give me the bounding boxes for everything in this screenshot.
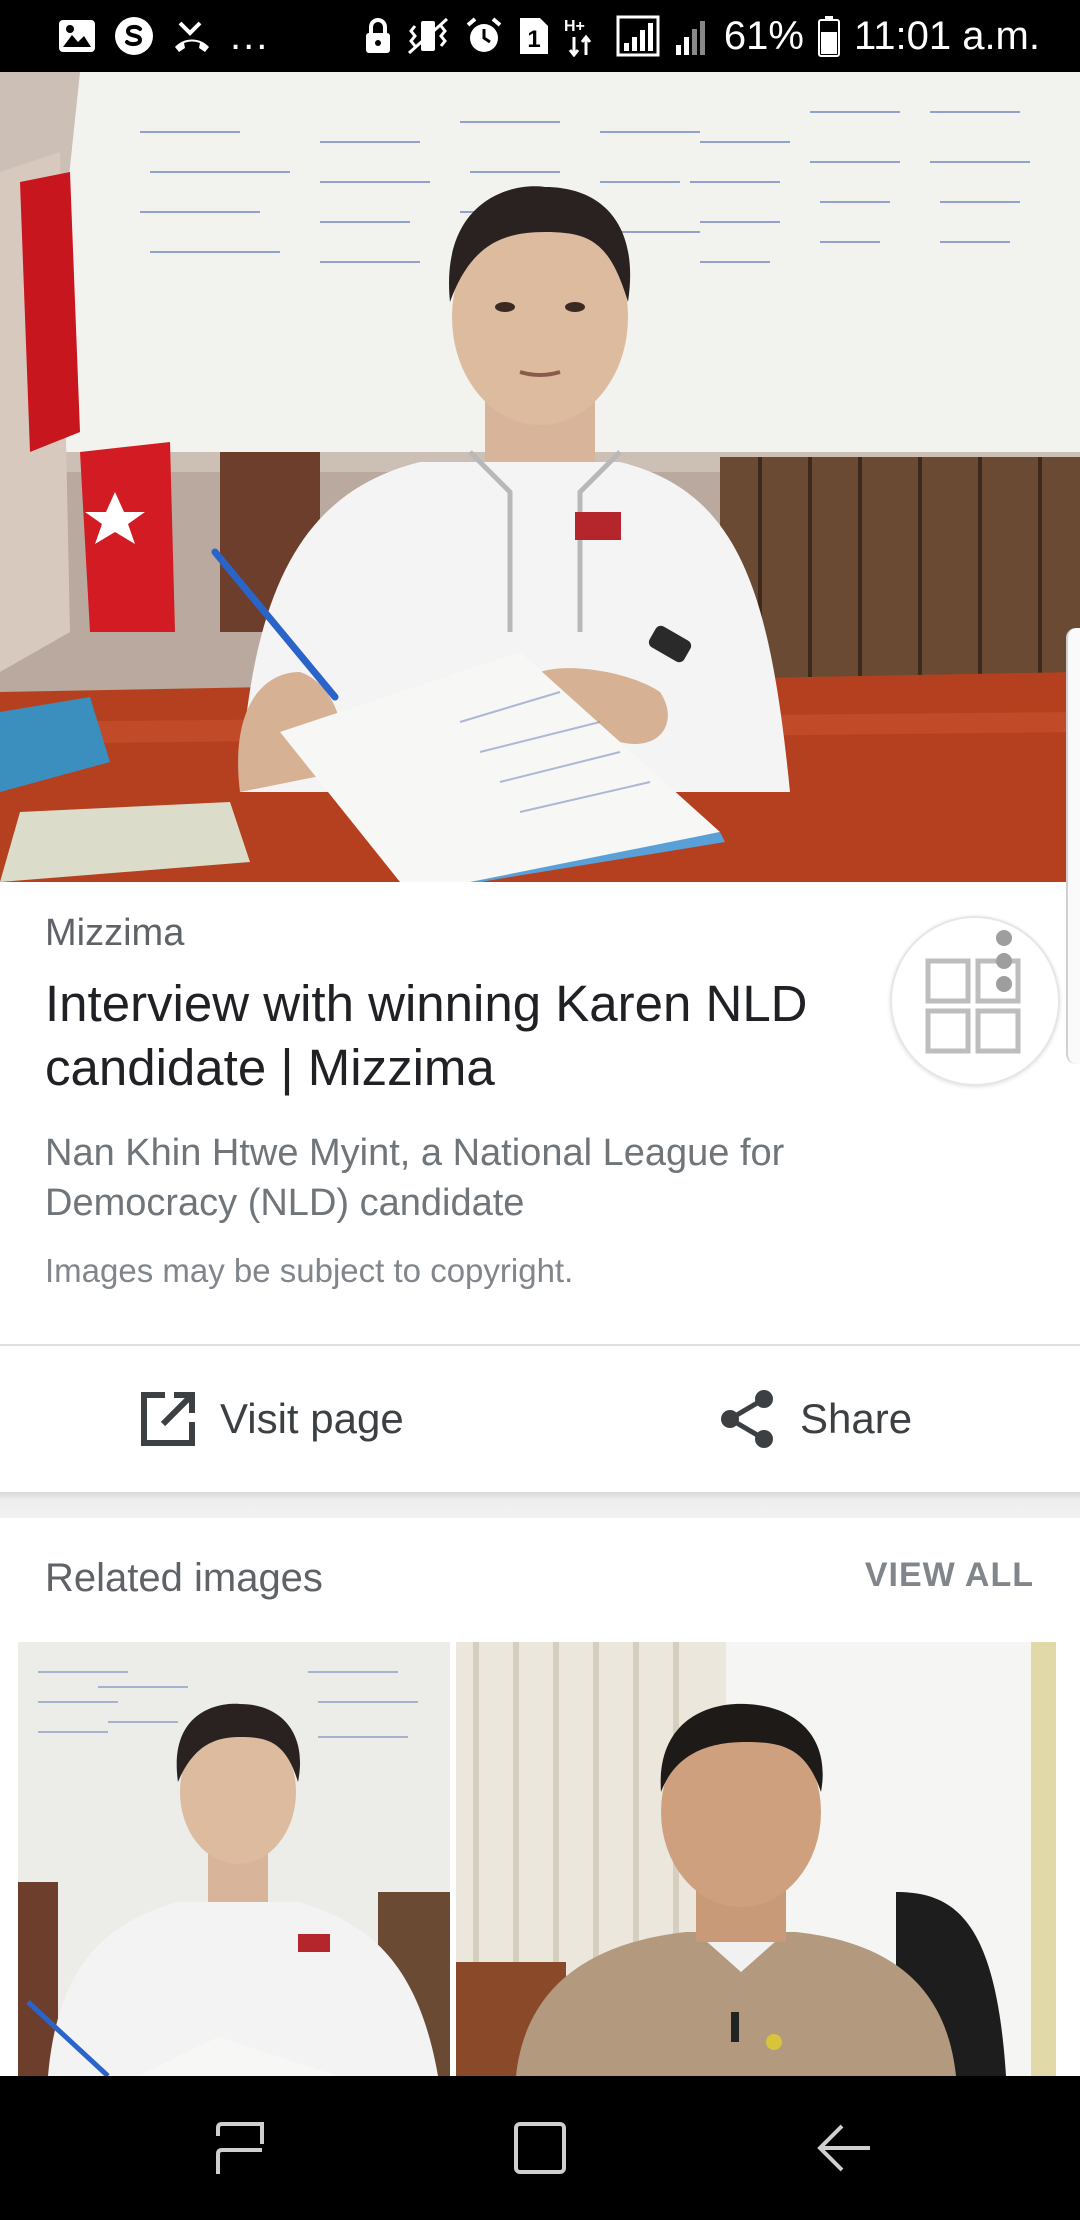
recent-apps-icon	[216, 2122, 264, 2174]
navigation-bar	[0, 2076, 1080, 2220]
svg-text:1: 1	[527, 26, 540, 53]
home-icon	[514, 2122, 566, 2174]
clock: 11:01 a.m.	[853, 13, 1040, 58]
lock-icon	[364, 17, 392, 55]
copyright-notice: Images may be subject to copyright.	[45, 1252, 574, 1289]
image-title[interactable]: Interview with winning Karen NLD candida…	[45, 972, 875, 1100]
status-right: 1 H+ 61% 11:01 a.m.	[364, 10, 1040, 62]
open-in-new-icon	[141, 1392, 195, 1446]
home-button[interactable]	[508, 2116, 572, 2180]
more-options-icon[interactable]	[992, 926, 1016, 996]
status-bar: ... 1 H+ 61% 11:01 a.m.	[0, 0, 1080, 72]
back-icon	[817, 2124, 870, 2172]
visit-page-label: Visit page	[220, 1395, 404, 1442]
related-image-thumbnail[interactable]	[18, 1642, 450, 2076]
related-images-section: Related images VIEW ALL	[0, 1518, 1080, 2076]
sim-icon: 1	[518, 16, 550, 56]
action-bar: Visit page Share	[0, 1346, 1080, 1492]
missed-call-icon	[172, 17, 212, 55]
view-all-button[interactable]: VIEW ALL	[865, 1556, 1034, 1595]
side-panel-handle[interactable]	[1066, 628, 1080, 1064]
section-separator	[0, 1492, 1080, 1518]
share-icon	[721, 1390, 773, 1448]
signal-2-icon	[674, 15, 710, 57]
skype-icon	[114, 16, 154, 56]
gallery-icon	[58, 19, 96, 53]
visit-page-button[interactable]: Visit page	[138, 1346, 404, 1492]
alarm-icon	[464, 16, 504, 56]
recent-apps-button[interactable]	[208, 2116, 272, 2180]
status-overflow: ...	[230, 13, 270, 58]
related-image-thumbnail[interactable]	[456, 1642, 1056, 2076]
main-image[interactable]	[0, 72, 1080, 882]
battery-percent: 61%	[723, 13, 804, 58]
hplus-signal-icon: H+	[564, 15, 602, 57]
related-images-title: Related images	[45, 1556, 323, 1600]
svg-text:H+: H+	[564, 18, 585, 35]
add-to-collection-button[interactable]	[890, 916, 1060, 1086]
source-name[interactable]: Mizzima	[45, 912, 184, 955]
battery-icon	[817, 15, 840, 57]
back-button[interactable]	[812, 2116, 876, 2180]
signal-icon	[616, 15, 660, 57]
vibrate-icon	[406, 16, 450, 56]
status-left: ...	[58, 14, 269, 58]
image-description: Nan Khin Htwe Myint, a National League f…	[45, 1132, 785, 1224]
share-label: Share	[800, 1395, 913, 1442]
share-button[interactable]: Share	[718, 1346, 912, 1492]
